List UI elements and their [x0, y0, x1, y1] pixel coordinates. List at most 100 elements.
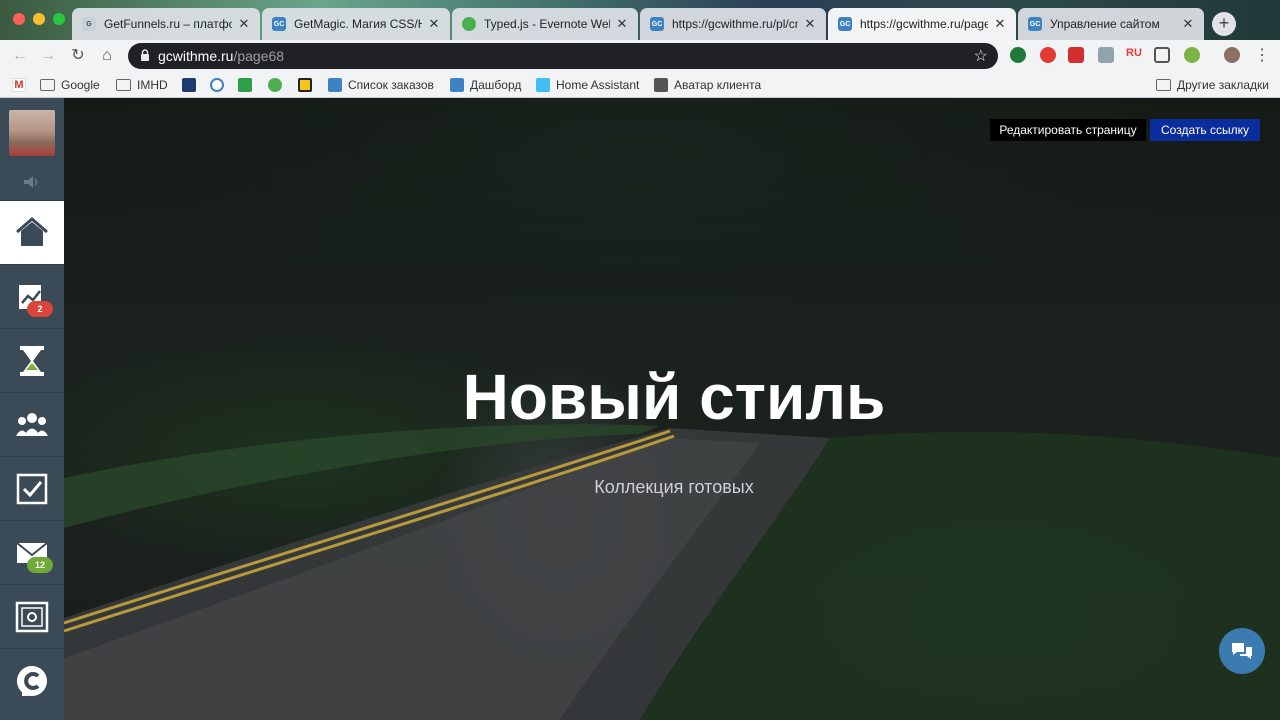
gmail-bookmark[interactable]: M [12, 77, 32, 93]
browser-tab[interactable]: GC https://gcwithme.ru/pl/cms ✕ [640, 8, 826, 40]
sidebar-item-home[interactable] [0, 200, 64, 264]
browser-tab-active[interactable]: GC https://gcwithme.ru/page68 ✕ [828, 8, 1016, 40]
bookmark-icon-3[interactable] [238, 77, 258, 93]
window-zoom-button[interactable] [53, 13, 65, 25]
tab-close-icon[interactable]: ✕ [1182, 16, 1194, 32]
other-bookmarks[interactable]: Другие закладки [1156, 77, 1269, 93]
hero-subtitle: Коллекция готовых [594, 477, 754, 497]
speaker-icon[interactable] [22, 174, 42, 190]
create-link-button[interactable]: Создать ссылку [1150, 119, 1260, 141]
sheets-icon [238, 78, 252, 92]
bookmark-google[interactable]: Google [40, 77, 100, 93]
bookmark-dashboard[interactable]: Дашборд [450, 77, 521, 93]
cloud-icon [210, 78, 224, 92]
left-sidebar: 2 12 [0, 98, 64, 720]
browser-tab[interactable]: G GetFunnels.ru – платформа ✕ [72, 8, 260, 40]
bookmarks-bar: M Google IMHD Список заказов Дашборд Hom… [0, 72, 1280, 98]
extension-w-icon[interactable] [1010, 47, 1026, 63]
browser-menu-icon[interactable]: ⋮ [1252, 46, 1272, 66]
bookmark-star-icon[interactable]: ☆ [974, 46, 988, 66]
back-arrow-icon[interactable]: ← [10, 46, 30, 66]
tab-title: GetFunnels.ru – платформа [104, 17, 232, 31]
bookmark-home-assistant[interactable]: Home Assistant [536, 77, 639, 93]
tab-title: https://gcwithme.ru/page68 [860, 17, 988, 31]
sidebar-item-tasks[interactable] [0, 456, 64, 520]
evernote-favicon-icon [462, 17, 476, 31]
extension-red-icon[interactable] [1068, 47, 1084, 63]
hourglass-icon [20, 346, 44, 376]
address-url: gcwithme.ru/page68 [158, 48, 285, 64]
home-assistant-icon [536, 78, 550, 92]
window-close-button[interactable] [13, 13, 25, 25]
notification-badge: 12 [27, 557, 53, 573]
tab-close-icon[interactable]: ✕ [994, 16, 1006, 32]
extension-android-icon[interactable] [1184, 47, 1200, 63]
checkbox-icon [16, 473, 48, 505]
new-tab-button[interactable]: + [1212, 12, 1236, 36]
bookmark-icon-4[interactable] [268, 77, 288, 93]
tab-close-icon[interactable]: ✕ [238, 16, 250, 32]
lock-icon [141, 49, 149, 61]
t-icon [298, 78, 312, 92]
user-avatar[interactable] [9, 110, 55, 156]
edit-page-button[interactable]: Редактировать страницу [990, 119, 1146, 141]
gmail-icon: M [12, 78, 26, 92]
gc-icon [450, 78, 464, 92]
tab-close-icon[interactable]: ✕ [428, 16, 440, 32]
folder-icon [40, 79, 55, 91]
extension-ru-icon[interactable]: RU [1126, 47, 1142, 63]
browser-tab[interactable]: GC GetMagic. Магия CSS/HTML ✕ [262, 8, 450, 40]
extension-eyedropper-icon[interactable] [1098, 47, 1114, 63]
reload-icon[interactable]: ↻ [68, 46, 88, 66]
page-content: Новый стиль Коллекция готовых Редактиров… [0, 98, 1280, 720]
chat-widget-button[interactable] [1219, 628, 1265, 674]
bookmark-imhd[interactable]: IMHD [116, 77, 168, 93]
avatar-icon [654, 78, 668, 92]
browser-toolbar: ← → ↻ ⌂ gcwithme.ru/page68 ☆ RU ⋮ [0, 40, 1280, 72]
bookmark-orders[interactable]: Список заказов [328, 77, 434, 93]
extension-screenshot-icon[interactable] [1154, 47, 1170, 63]
bookmark-icon-2[interactable] [210, 77, 230, 93]
tab-close-icon[interactable]: ✕ [616, 16, 628, 32]
browser-tab[interactable]: GC Управление сайтом ✕ [1018, 8, 1204, 40]
getfunnels-favicon-icon: G [82, 17, 96, 31]
safe-icon [15, 601, 49, 633]
tab-close-icon[interactable]: ✕ [804, 16, 816, 32]
sidebar-item-users[interactable] [0, 392, 64, 456]
gc-favicon-icon: GC [838, 17, 852, 31]
profile-avatar-icon[interactable] [1224, 47, 1240, 63]
sidebar-item-stats[interactable]: 2 [0, 264, 64, 328]
sidebar-item-safe[interactable] [0, 584, 64, 648]
tab-title: GetMagic. Магия CSS/HTML [294, 17, 422, 31]
home-button-icon[interactable]: ⌂ [97, 46, 117, 66]
chat-bubbles-icon [1232, 643, 1252, 659]
bookmark-icon-1[interactable] [182, 77, 202, 93]
gc-favicon-icon: GC [650, 17, 664, 31]
gc-favicon-icon: GC [1028, 17, 1042, 31]
sidebar-item-getcourse[interactable] [0, 648, 64, 712]
sidebar-item-time[interactable] [0, 328, 64, 392]
notification-badge: 2 [27, 301, 53, 317]
folder-icon [1156, 79, 1171, 91]
tab-title: https://gcwithme.ru/pl/cms [672, 17, 798, 31]
sidebar-item-messages[interactable]: 12 [0, 520, 64, 584]
address-bar[interactable]: gcwithme.ru/page68 ☆ [128, 43, 998, 69]
browser-tab-bar: G GetFunnels.ru – платформа ✕ GC GetMagi… [0, 0, 1280, 40]
window-minimize-button[interactable] [33, 13, 45, 25]
gc-favicon-icon: GC [272, 17, 286, 31]
tab-title: Управление сайтом [1050, 17, 1160, 31]
getcourse-logo-icon [17, 666, 47, 696]
home-icon [16, 217, 48, 246]
evernote-icon [268, 78, 282, 92]
folder-icon [116, 79, 131, 91]
forward-arrow-icon[interactable]: → [38, 46, 58, 66]
users-icon [16, 413, 48, 436]
bookmark-client-avatar[interactable]: Аватар клиента [654, 77, 761, 93]
bookmark-icon-5[interactable] [298, 77, 318, 93]
gc-icon [328, 78, 342, 92]
tab-title: Typed.js - Evernote Web [484, 17, 610, 31]
bookmark-app-icon [182, 78, 196, 92]
extension-opera-icon[interactable] [1040, 47, 1056, 63]
browser-tab[interactable]: Typed.js - Evernote Web ✕ [452, 8, 638, 40]
hero-title: Новый стиль [462, 361, 886, 433]
